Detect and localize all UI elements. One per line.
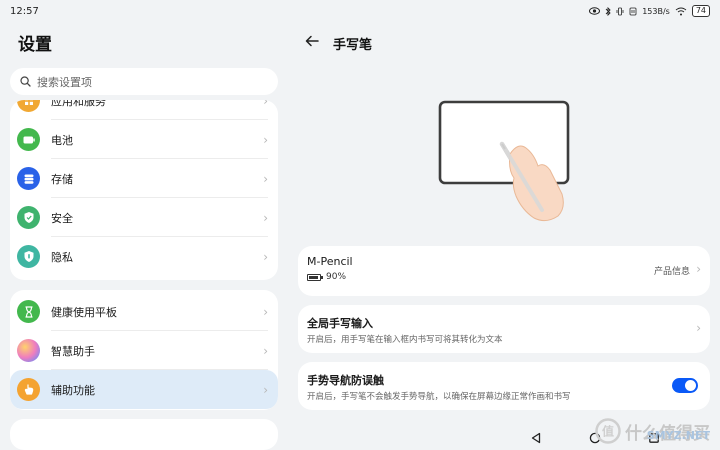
chevron-right-icon: › bbox=[263, 210, 268, 225]
sidebar-item-label: 安全 bbox=[51, 211, 73, 225]
detail-title: 手写笔 bbox=[333, 38, 373, 53]
setting-title: 手势导航防误触 bbox=[307, 374, 384, 387]
sidebar-item-battery[interactable]: 电池 › bbox=[10, 120, 278, 159]
arrow-left-icon bbox=[305, 35, 319, 47]
sidebar-item-security[interactable]: 安全 › bbox=[10, 198, 278, 237]
sidebar-item-health[interactable]: 健康使用平板 › bbox=[10, 292, 278, 331]
chevron-right-icon: › bbox=[263, 171, 268, 186]
wifi-icon bbox=[675, 7, 687, 15]
sidebar-item-label: 智慧助手 bbox=[51, 344, 95, 358]
chevron-right-icon: › bbox=[696, 262, 701, 276]
watermark-site: SMYZ.NET bbox=[646, 429, 710, 442]
chevron-right-icon: › bbox=[263, 249, 268, 264]
sidebar-item-label: 健康使用平板 bbox=[51, 305, 117, 319]
battery-icon bbox=[17, 128, 40, 151]
storage-icon bbox=[17, 167, 40, 190]
search-placeholder: 搜索设置项 bbox=[37, 75, 92, 89]
nfc-icon bbox=[629, 7, 637, 15]
page-title: 设置 bbox=[18, 35, 52, 55]
settings-card-assist: 健康使用平板 › 智慧助手 › 辅助功能 › bbox=[10, 290, 278, 410]
bluetooth-icon bbox=[605, 6, 611, 16]
pencil-battery-percent: 90% bbox=[326, 272, 347, 282]
sidebar-item-privacy[interactable]: 隐私 › bbox=[10, 237, 278, 276]
status-bar: 12:57 153B/s 74 bbox=[0, 0, 720, 22]
sidebar-item-label: 电池 bbox=[51, 133, 73, 147]
battery-tip bbox=[321, 275, 323, 279]
chevron-right-icon: › bbox=[263, 100, 268, 108]
battery-icon bbox=[307, 273, 323, 281]
sidebar-item-label: 应用和服务 bbox=[51, 100, 106, 108]
net-speed: 153B/s bbox=[642, 6, 670, 16]
battery-fill bbox=[309, 275, 318, 279]
sidebar-item-label: 隐私 bbox=[51, 250, 73, 264]
chevron-right-icon: › bbox=[263, 132, 268, 147]
chevron-right-icon: › bbox=[263, 382, 268, 397]
shield-icon bbox=[17, 206, 40, 229]
apps-icon bbox=[17, 100, 40, 112]
svg-text:值: 值 bbox=[602, 424, 614, 439]
hourglass-icon bbox=[17, 300, 40, 323]
sidebar-item-apps[interactable]: 应用和服务 › bbox=[10, 100, 278, 120]
back-button[interactable] bbox=[305, 33, 319, 51]
accessibility-icon bbox=[17, 378, 40, 401]
sidebar-item-label: 存储 bbox=[51, 172, 73, 186]
setting-title: 全局手写输入 bbox=[307, 317, 373, 330]
setting-description: 开启后，手写笔不会触发手势导航，以确保在屏幕边缘正常作画和书写 bbox=[307, 392, 571, 402]
sidebar-item-storage[interactable]: 存储 › bbox=[10, 159, 278, 198]
assistant-icon bbox=[17, 339, 40, 362]
status-time: 12:57 bbox=[10, 5, 39, 17]
nav-back-button[interactable] bbox=[530, 432, 542, 444]
chevron-right-icon: › bbox=[696, 321, 701, 335]
gesture-protection-toggle[interactable] bbox=[672, 378, 698, 393]
status-icons: 153B/s 74 bbox=[589, 5, 710, 17]
settings-card-system: 应用和服务 › 电池 › 存储 › 安全 › 隐私 › bbox=[10, 100, 278, 280]
pencil-info-card[interactable]: M-Pencil 90% 产品信息 › bbox=[298, 246, 710, 296]
chevron-right-icon: › bbox=[263, 304, 268, 319]
pencil-name: M-Pencil bbox=[307, 255, 353, 268]
chevron-right-icon: › bbox=[263, 343, 268, 358]
search-icon bbox=[20, 76, 31, 87]
pencil-battery: 90% bbox=[307, 272, 346, 282]
privacy-icon bbox=[17, 245, 40, 268]
settings-card-more bbox=[10, 419, 278, 450]
eye-icon bbox=[589, 7, 601, 15]
sidebar-item-label: 辅助功能 bbox=[51, 383, 95, 397]
battery-level: 74 bbox=[691, 5, 710, 17]
global-handwriting-setting[interactable]: 全局手写输入 开启后，用手写笔在输入框内书写可将其转化为文本 › bbox=[298, 305, 710, 353]
toggle-knob bbox=[685, 380, 696, 391]
setting-description: 开启后，用手写笔在输入框内书写可将其转化为文本 bbox=[307, 335, 503, 345]
watermark-logo-icon: 值 bbox=[595, 418, 621, 444]
product-info-link[interactable]: 产品信息 bbox=[654, 264, 690, 277]
stylus-illustration bbox=[438, 100, 570, 222]
search-input[interactable]: 搜索设置项 bbox=[10, 68, 278, 95]
sidebar-item-assistant[interactable]: 智慧助手 › bbox=[10, 331, 278, 370]
sidebar-item-accessibility[interactable]: 辅助功能 › bbox=[10, 370, 278, 409]
gesture-protection-setting: 手势导航防误触 开启后，手写笔不会触发手势导航，以确保在屏幕边缘正常作画和书写 bbox=[298, 362, 710, 410]
vibrate-icon bbox=[616, 7, 624, 15]
